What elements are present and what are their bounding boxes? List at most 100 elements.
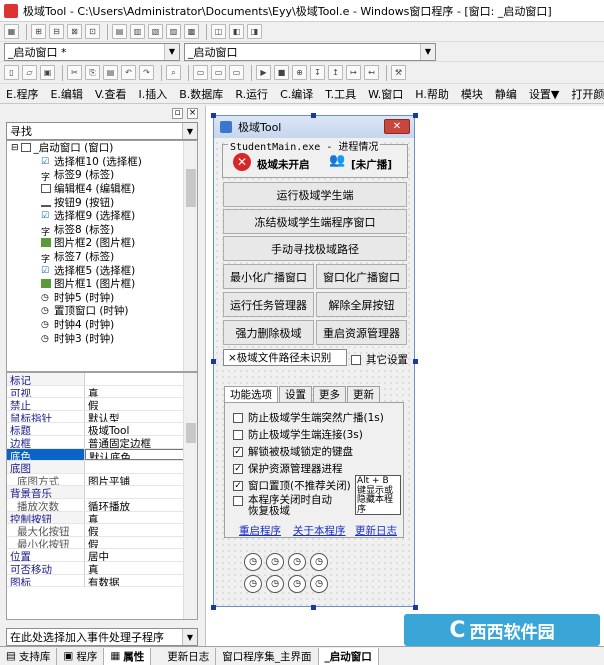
tree-item[interactable]: ☑ 选择框5 (选择框): [7, 263, 197, 277]
option-checkbox[interactable]: ✓ 窗口置顶(不推荐关闭): [233, 478, 351, 493]
tab-support-library[interactable]: ▤ 支持库: [0, 647, 58, 665]
cut-icon[interactable]: ✂: [67, 65, 82, 80]
tree-item[interactable]: 字标签8 (标签): [7, 223, 197, 238]
tab-changelog[interactable]: 更新日志: [161, 647, 217, 665]
open-folder-icon[interactable]: ▱: [22, 65, 37, 80]
tree-item[interactable]: 按钮9 (按钮): [7, 195, 197, 209]
checkbox-box-checked[interactable]: ✓: [233, 480, 243, 491]
tab-settings[interactable]: 设置: [279, 386, 312, 402]
tab-program[interactable]: ▣ 程序: [57, 647, 105, 665]
windowed-broadcast-button[interactable]: 窗口化广播窗口: [316, 264, 407, 289]
timer-icon[interactable]: ◷: [266, 553, 284, 571]
other-settings-checkbox[interactable]: 其它设置: [351, 352, 408, 367]
toolbar-icon[interactable]: ⊡: [85, 24, 100, 39]
property-row[interactable]: 标题 极域Tool: [7, 423, 197, 436]
resize-handle[interactable]: [413, 359, 418, 364]
tree-item[interactable]: 字标签7 (标签): [7, 250, 197, 265]
chevron-down-icon[interactable]: ▼: [420, 43, 435, 60]
layout-icon[interactable]: ▭: [193, 65, 208, 80]
menu-item-help[interactable]: H.帮助: [415, 86, 449, 102]
tool-icon[interactable]: ⚒: [391, 65, 406, 80]
toolbar-icon[interactable]: ◧: [229, 24, 244, 39]
toolbar-icon[interactable]: ⊟: [49, 24, 64, 39]
property-row[interactable]: 可否移动真: [7, 561, 197, 575]
scroll-thumb[interactable]: [186, 169, 196, 207]
unlock-fullscreen-button[interactable]: 解除全屏按钮: [316, 292, 407, 317]
tree-item[interactable]: ◷ 时钟3 (时钟): [7, 331, 197, 345]
property-row[interactable]: 最小化按钮假: [7, 536, 197, 550]
window-select[interactable]: _启动窗口 * ▼: [4, 42, 180, 61]
find-icon[interactable]: ⌕: [166, 65, 181, 80]
tree-scrollbar[interactable]: [183, 141, 197, 371]
undo-icon[interactable]: ↶: [121, 65, 136, 80]
paste-icon[interactable]: ▤: [103, 65, 118, 80]
chevron-down-icon[interactable]: ▼: [182, 629, 197, 645]
run-student-button[interactable]: 运行极域学生端: [223, 182, 407, 207]
timer-icon[interactable]: ◷: [310, 575, 328, 593]
menu-item-tools[interactable]: T.工具: [325, 86, 356, 102]
option-checkbox[interactable]: 防止极域学生端连接(3s): [233, 427, 363, 442]
property-row[interactable]: 背景音乐: [7, 486, 197, 499]
designer-form[interactable]: 极域Tool ✕ StudentMain.exe - 进程情况 ✕ 极域未开启 …: [213, 115, 415, 607]
tab-update[interactable]: 更新: [347, 386, 380, 402]
step-icon[interactable]: ↧: [310, 65, 325, 80]
tree-item[interactable]: ◷ 时钟5 (时钟): [7, 291, 197, 305]
property-row[interactable]: 禁止假: [7, 398, 197, 411]
path-field[interactable]: ×极域文件路径未识别: [223, 349, 347, 366]
checkbox-box[interactable]: [233, 429, 243, 440]
tab-functions[interactable]: 功能选项: [224, 386, 278, 402]
toolbar-icon[interactable]: ▩: [184, 24, 199, 39]
timer-icon[interactable]: ◷: [244, 575, 262, 593]
object-select[interactable]: _启动窗口 ▼: [184, 42, 436, 61]
checkbox-box[interactable]: [233, 412, 243, 423]
scroll-thumb[interactable]: [186, 423, 196, 443]
resize-handle[interactable]: [211, 605, 216, 610]
property-row[interactable]: 标记: [7, 373, 197, 386]
timer-icon[interactable]: ◷: [310, 553, 328, 571]
run-icon[interactable]: ▶: [256, 65, 271, 80]
property-row-selected[interactable]: 底色默认底色▼: [7, 448, 197, 462]
tree-item[interactable]: ◷ 置顶窗口 (时钟): [7, 304, 197, 318]
search-select[interactable]: 寻找 ▼: [6, 122, 198, 140]
property-row[interactable]: 鼠标指针 默认型: [7, 410, 197, 424]
property-row[interactable]: 底图方式 图片平铺: [7, 473, 197, 487]
toolbar-icon[interactable]: ▧: [148, 24, 163, 39]
resize-handle[interactable]: [211, 359, 216, 364]
timer-icon[interactable]: ◷: [288, 553, 306, 571]
menu-item-run[interactable]: R.运行: [235, 86, 268, 102]
tree-item[interactable]: ◷ 时钟4 (时钟): [7, 318, 197, 332]
tree-item[interactable]: 编辑框4 (编辑框): [7, 182, 197, 196]
restart-link[interactable]: 重启程序: [239, 523, 281, 538]
tree-item[interactable]: 图片框1 (图片框): [7, 277, 197, 291]
menu-item-modules[interactable]: 模块: [461, 86, 483, 102]
freeze-window-button[interactable]: 冻结极域学生端程序窗口: [223, 209, 407, 234]
menu-item-compile[interactable]: C.编译: [280, 86, 313, 102]
menu-item-static[interactable]: 静编: [495, 86, 517, 102]
resize-handle[interactable]: [311, 113, 316, 118]
copy-icon[interactable]: ⎘: [85, 65, 100, 80]
menu-item-insert[interactable]: I.插入: [139, 86, 168, 102]
layout-icon[interactable]: ▭: [211, 65, 226, 80]
option-checkbox[interactable]: ✓ 保护资源管理器进程: [233, 461, 343, 476]
tree-item[interactable]: ☑ 选择框10 (选择框): [7, 155, 197, 169]
tree-item[interactable]: 图片框2 (图片框): [7, 236, 197, 250]
menu-item-program[interactable]: E.程序: [6, 86, 38, 102]
checkbox-box-checked[interactable]: ✓: [233, 446, 243, 457]
toolbar-icon[interactable]: ▦: [4, 24, 19, 39]
restart-explorer-button[interactable]: 重启资源管理器: [316, 320, 407, 345]
property-row[interactable]: 边框 普通固定边框: [7, 435, 197, 449]
option-checkbox[interactable]: 本程序关闭时自动恢复极域: [233, 495, 341, 517]
timer-icon[interactable]: ◷: [244, 553, 262, 571]
find-path-button[interactable]: 手动寻找极域路径: [223, 236, 407, 261]
force-delete-button[interactable]: 强力删除极域: [223, 320, 314, 345]
resize-handle[interactable]: [311, 605, 316, 610]
menu-item-settings[interactable]: 设置▼: [529, 86, 559, 102]
toolbar-icon[interactable]: ⊠: [67, 24, 82, 39]
stop-icon[interactable]: ■: [274, 65, 289, 80]
tree-item[interactable]: ⊟ _启动窗口 (窗口): [7, 141, 197, 155]
chevron-down-icon[interactable]: ▼: [182, 123, 197, 139]
task-manager-button[interactable]: 运行任务管理器: [223, 292, 314, 317]
option-checkbox[interactable]: ✓ 解锁被极域锁定的键盘: [233, 444, 353, 459]
checkbox-box[interactable]: [351, 354, 361, 365]
changelog-link[interactable]: 更新日志: [355, 523, 397, 538]
